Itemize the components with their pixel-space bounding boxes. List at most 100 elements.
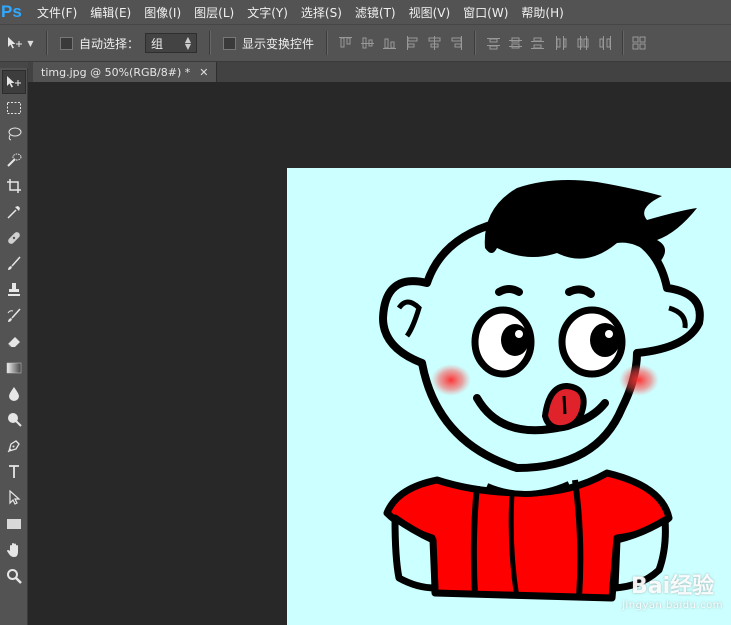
eraser-tool[interactable] <box>2 330 26 354</box>
rectangle-shape-icon <box>7 519 21 529</box>
ps-logo: Ps <box>1 2 22 21</box>
auto-align-layers-icon[interactable] <box>632 36 646 50</box>
separator <box>46 31 48 55</box>
distribute-top-icon[interactable] <box>487 36 501 50</box>
distribute-bottom-icon[interactable] <box>531 36 545 50</box>
show-transform-checkbox[interactable] <box>223 36 237 50</box>
path-selection-icon <box>9 490 21 505</box>
blur-tool[interactable] <box>2 382 26 406</box>
distribute-group-2 <box>554 36 612 50</box>
move-tool-icon <box>8 37 23 49</box>
separator <box>326 31 329 55</box>
brush-tool[interactable] <box>2 252 26 276</box>
history-brush-icon <box>7 308 21 322</box>
hair <box>484 180 697 263</box>
stamp-icon <box>8 283 20 296</box>
marquee-tool[interactable] <box>2 96 26 120</box>
lasso-tool[interactable] <box>2 122 26 146</box>
menu-file[interactable]: 文件(F) <box>37 4 77 21</box>
tools-panel <box>0 62 28 625</box>
menu-image[interactable]: 图像(I) <box>144 4 181 21</box>
document-tab[interactable]: timg.jpg @ 50%(RGB/8#) * ✕ <box>33 62 218 82</box>
clone-stamp-tool[interactable] <box>2 278 26 302</box>
close-icon[interactable]: ✕ <box>199 66 208 79</box>
healing-brush-tool[interactable] <box>2 226 26 250</box>
distribute-group-1 <box>487 36 545 50</box>
zoom-tool[interactable] <box>2 564 26 588</box>
show-transform-label: 显示变换控件 <box>242 36 315 51</box>
dodge-icon <box>8 413 22 427</box>
updown-arrows-icon: ▲ ▼ <box>184 35 192 51</box>
align-vertical-centers-icon[interactable] <box>361 36 375 50</box>
align-bottom-edges-icon[interactable] <box>383 36 397 50</box>
path-selection-tool[interactable] <box>2 486 26 510</box>
magnifier-icon <box>7 569 22 584</box>
quick-selection-icon <box>7 153 22 167</box>
gradient-icon <box>6 362 22 374</box>
right-blush <box>619 364 659 396</box>
menu-select[interactable]: 选择(S) <box>301 4 342 21</box>
separator <box>209 31 212 55</box>
document-tab-strip: timg.jpg @ 50%(RGB/8#) * ✕ <box>28 62 731 82</box>
cartoon-boy-illustration <box>379 180 704 602</box>
crop-tool[interactable] <box>2 174 26 198</box>
watermark-text: Bai经验 <box>631 574 715 599</box>
left-blush <box>431 364 471 396</box>
align-horizontal-centers-icon[interactable] <box>428 36 441 50</box>
distribute-left-icon[interactable] <box>554 36 567 50</box>
menu-help[interactable]: 帮助(H) <box>521 4 563 21</box>
separator <box>622 31 625 55</box>
align-right-edges-icon[interactable] <box>450 36 463 50</box>
auto-select-checkbox[interactable] <box>60 36 73 50</box>
distribute-vertical-centers-icon[interactable] <box>509 36 523 50</box>
baidu-jingyan-watermark: Bai经验 jingyan.baidu.com <box>622 568 723 611</box>
align-top-edges-icon[interactable] <box>339 36 353 50</box>
separator <box>474 31 477 55</box>
chevron-down-icon: ▼ <box>27 38 34 48</box>
lasso-icon <box>8 127 22 141</box>
eyedropper-tool[interactable] <box>2 200 26 224</box>
brush-icon <box>8 256 21 270</box>
distribute-horizontal-centers-icon[interactable] <box>576 36 589 50</box>
gradient-tool[interactable] <box>2 356 26 380</box>
hand-tool[interactable] <box>2 538 26 562</box>
menu-window[interactable]: 窗口(W) <box>463 4 508 21</box>
move-tool-icon <box>7 76 21 88</box>
document-tab-title: timg.jpg @ 50%(RGB/8#) * <box>41 65 191 79</box>
menu-bar: Ps 文件(F) 编辑(E) 图像(I) 图层(L) 文字(Y) 选择(S) 滤… <box>0 0 731 24</box>
align-left-edges-icon[interactable] <box>406 36 419 50</box>
rectangular-marquee-icon <box>7 102 21 114</box>
pen-tool[interactable] <box>2 434 26 458</box>
crop-icon <box>7 179 21 193</box>
dodge-tool[interactable] <box>2 408 26 432</box>
menu-edit[interactable]: 编辑(E) <box>90 4 131 21</box>
menu-view[interactable]: 视图(V) <box>409 4 451 21</box>
distribute-right-icon[interactable] <box>598 36 612 50</box>
history-brush-tool[interactable] <box>2 304 26 328</box>
menu-layer[interactable]: 图层(L) <box>194 4 234 21</box>
auto-select-target-value: 组 <box>151 36 164 51</box>
move-tool[interactable] <box>2 70 26 94</box>
type-tool[interactable] <box>2 460 26 484</box>
quick-selection-tool[interactable] <box>2 148 26 172</box>
document-canvas[interactable]: Bai经验 jingyan.baidu.com <box>287 168 731 625</box>
menu-type[interactable]: 文字(Y) <box>247 4 288 21</box>
canvas-workspace[interactable]: Bai经验 jingyan.baidu.com <box>28 82 731 625</box>
watermark-url: jingyan.baidu.com <box>622 600 723 611</box>
align-group-2 <box>406 36 463 50</box>
type-t-icon <box>9 465 19 478</box>
auto-select-target-dropdown[interactable]: 组 ▲ ▼ <box>145 33 198 53</box>
tool-preset-picker[interactable]: ▼ <box>0 24 40 62</box>
auto-select-label: 自动选择： <box>79 36 140 51</box>
eyedropper-icon <box>7 206 20 219</box>
options-bar: ▼ 自动选择： 组 ▲ ▼ 显示变换控件 <box>0 24 731 62</box>
pen-icon <box>7 440 20 453</box>
panel-grip[interactable] <box>0 62 28 68</box>
rectangle-tool[interactable] <box>2 512 26 536</box>
bandage-icon <box>8 232 20 244</box>
water-drop-icon <box>9 387 19 401</box>
eraser-icon <box>7 337 20 348</box>
menu-filter[interactable]: 滤镜(T) <box>355 4 396 21</box>
hand-icon <box>7 543 18 557</box>
align-group-1 <box>339 36 397 50</box>
